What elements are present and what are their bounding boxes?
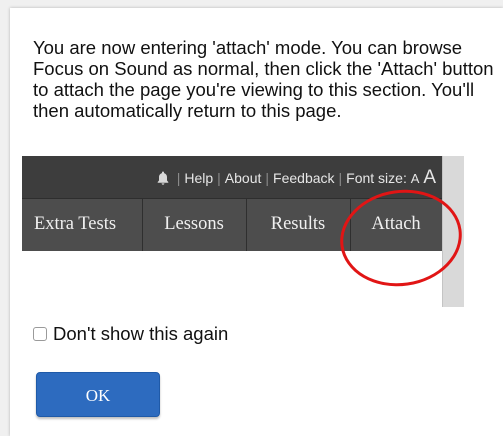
dont-show-again-label[interactable]: Don't show this again xyxy=(53,323,228,345)
feedback-link: Feedback xyxy=(273,170,335,186)
font-small-button: A xyxy=(410,171,420,186)
font-large-button: A xyxy=(423,167,436,188)
tab-extra-tests: Extra Tests xyxy=(22,199,143,251)
dont-show-again-checkbox[interactable] xyxy=(33,327,47,341)
tab-lessons: Lessons xyxy=(142,199,247,251)
separator: | xyxy=(217,170,221,186)
tab-results: Results xyxy=(246,199,351,251)
ok-button[interactable]: OK xyxy=(36,372,160,417)
dialog-message: You are now entering 'attach' mode. You … xyxy=(33,37,494,121)
example-top-bar: | Help | About | Feedback | Font size: A A xyxy=(22,156,442,198)
help-link: Help xyxy=(184,170,214,186)
separator: | xyxy=(176,170,181,186)
about-link: About xyxy=(224,170,262,186)
font-size-label: Font size: xyxy=(346,170,407,186)
bell-icon xyxy=(157,171,169,188)
separator: | xyxy=(338,170,343,186)
dont-show-again-row[interactable]: Don't show this again xyxy=(33,323,228,345)
separator: | xyxy=(265,170,270,186)
